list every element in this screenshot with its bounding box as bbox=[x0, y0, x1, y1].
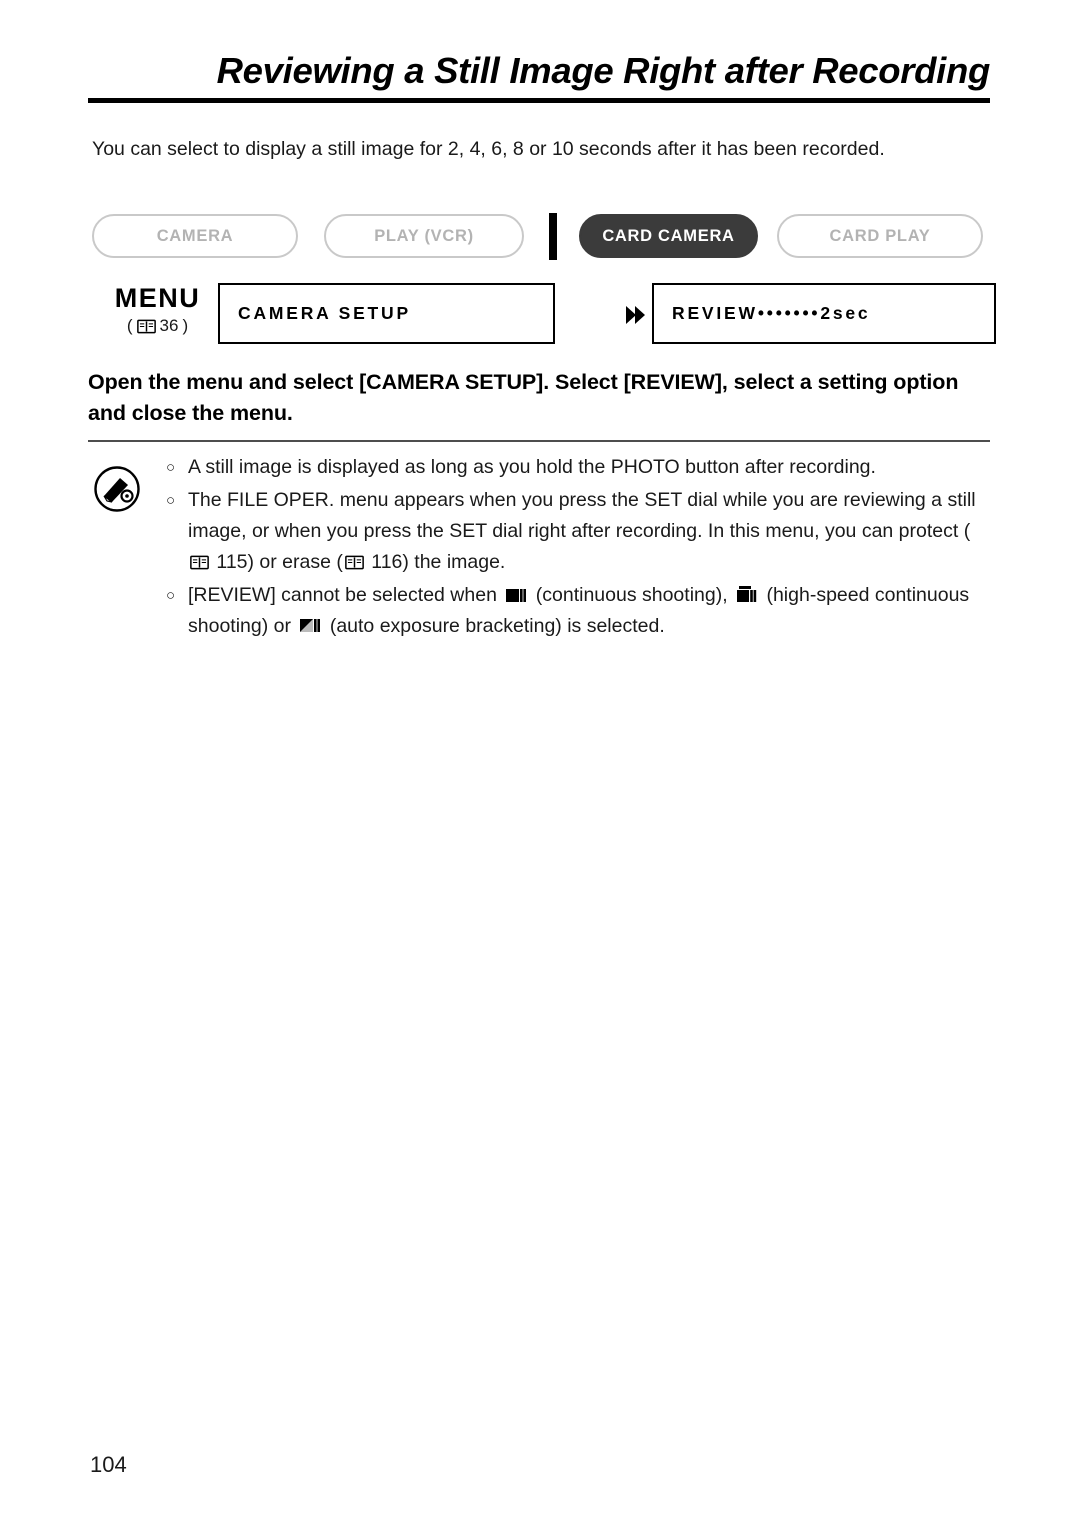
note-text: A still image is displayed as long as yo… bbox=[188, 452, 986, 483]
mode-play-vcr: PLAY (VCR) bbox=[324, 214, 524, 258]
auto-exposure-bracketing-icon bbox=[299, 615, 321, 635]
note-text-run: A still image is displayed as long as yo… bbox=[188, 456, 876, 478]
reference-open-paren: ( bbox=[126, 316, 133, 335]
book-icon bbox=[136, 319, 156, 334]
book-icon bbox=[190, 549, 209, 570]
mode-divider bbox=[549, 213, 557, 260]
note-bullet: ○ bbox=[166, 459, 176, 476]
instruction-text: Open the menu and select [CAMERA SETUP].… bbox=[88, 370, 959, 425]
note-item: ○ A still image is displayed as long as y… bbox=[166, 452, 986, 483]
notes-divider bbox=[88, 440, 990, 442]
menu-label: MENU bbox=[114, 283, 201, 313]
mode-indicator-row: CAMERA PLAY (VCR) CARD CAMERA CARD PLAY bbox=[92, 213, 992, 260]
menu-label-block: MENU ( 36 ) bbox=[90, 283, 225, 336]
note-bullet: ○ bbox=[166, 587, 176, 604]
menu-box-camera-setup: CAMERA SETUP bbox=[218, 283, 555, 344]
note-text-run: (auto exposure bracketing) is selected. bbox=[324, 615, 665, 637]
page-title-block: Reviewing a Still Image Right after Reco… bbox=[88, 50, 991, 104]
mode-card-camera: CARD CAMERA bbox=[579, 214, 758, 258]
intro-paragraph: You can select to display a still image … bbox=[92, 138, 885, 160]
mode-card-play: CARD PLAY bbox=[777, 214, 983, 258]
reference-close-paren: ) bbox=[182, 316, 189, 335]
note-text: [REVIEW] cannot be selected when (contin… bbox=[188, 580, 986, 642]
note-text-run: (continuous shooting), bbox=[530, 584, 734, 606]
note-text-run: The FILE OPER. menu appears when you pre… bbox=[188, 489, 976, 542]
notes-list: ○ A still image is displayed as long as y… bbox=[166, 452, 986, 642]
note-text: The FILE OPER. menu appears when you pre… bbox=[188, 485, 986, 578]
note-item: ○ The FILE OPER. menu appears when you pr… bbox=[166, 485, 986, 578]
menu-navigation-row: MENU ( 36 ) CAMERA SETUP REVIEW•••••••2s… bbox=[90, 283, 996, 353]
continuous-shooting-icon bbox=[505, 584, 527, 604]
note-text-run: 115) or erase ( bbox=[211, 551, 343, 573]
menu-box-review: REVIEW•••••••2sec bbox=[652, 283, 996, 344]
arrow-right-icon bbox=[626, 305, 648, 325]
menu-page-reference: ( 36 ) bbox=[90, 316, 225, 336]
note-item: ○ [REVIEW] cannot be selected when (conti… bbox=[166, 580, 986, 642]
manual-page: Reviewing a Still Image Right after Reco… bbox=[0, 0, 1080, 1533]
reference-page-number: 36 bbox=[159, 316, 179, 335]
note-text-run: 116) the image. bbox=[365, 551, 506, 573]
notes-section: ○ A still image is displayed as long as y… bbox=[88, 452, 990, 644]
high-speed-continuous-shooting-icon bbox=[736, 584, 758, 604]
page-title: Reviewing a Still Image Right after Reco… bbox=[216, 50, 991, 91]
notes-pencil-icon bbox=[94, 466, 140, 512]
mode-camera: CAMERA bbox=[92, 214, 298, 258]
title-divider bbox=[88, 98, 990, 104]
page-number: 104 bbox=[90, 1452, 127, 1477]
note-bullet: ○ bbox=[166, 492, 176, 509]
note-text-run: [REVIEW] cannot be selected when bbox=[188, 584, 503, 606]
book-icon bbox=[345, 549, 364, 570]
